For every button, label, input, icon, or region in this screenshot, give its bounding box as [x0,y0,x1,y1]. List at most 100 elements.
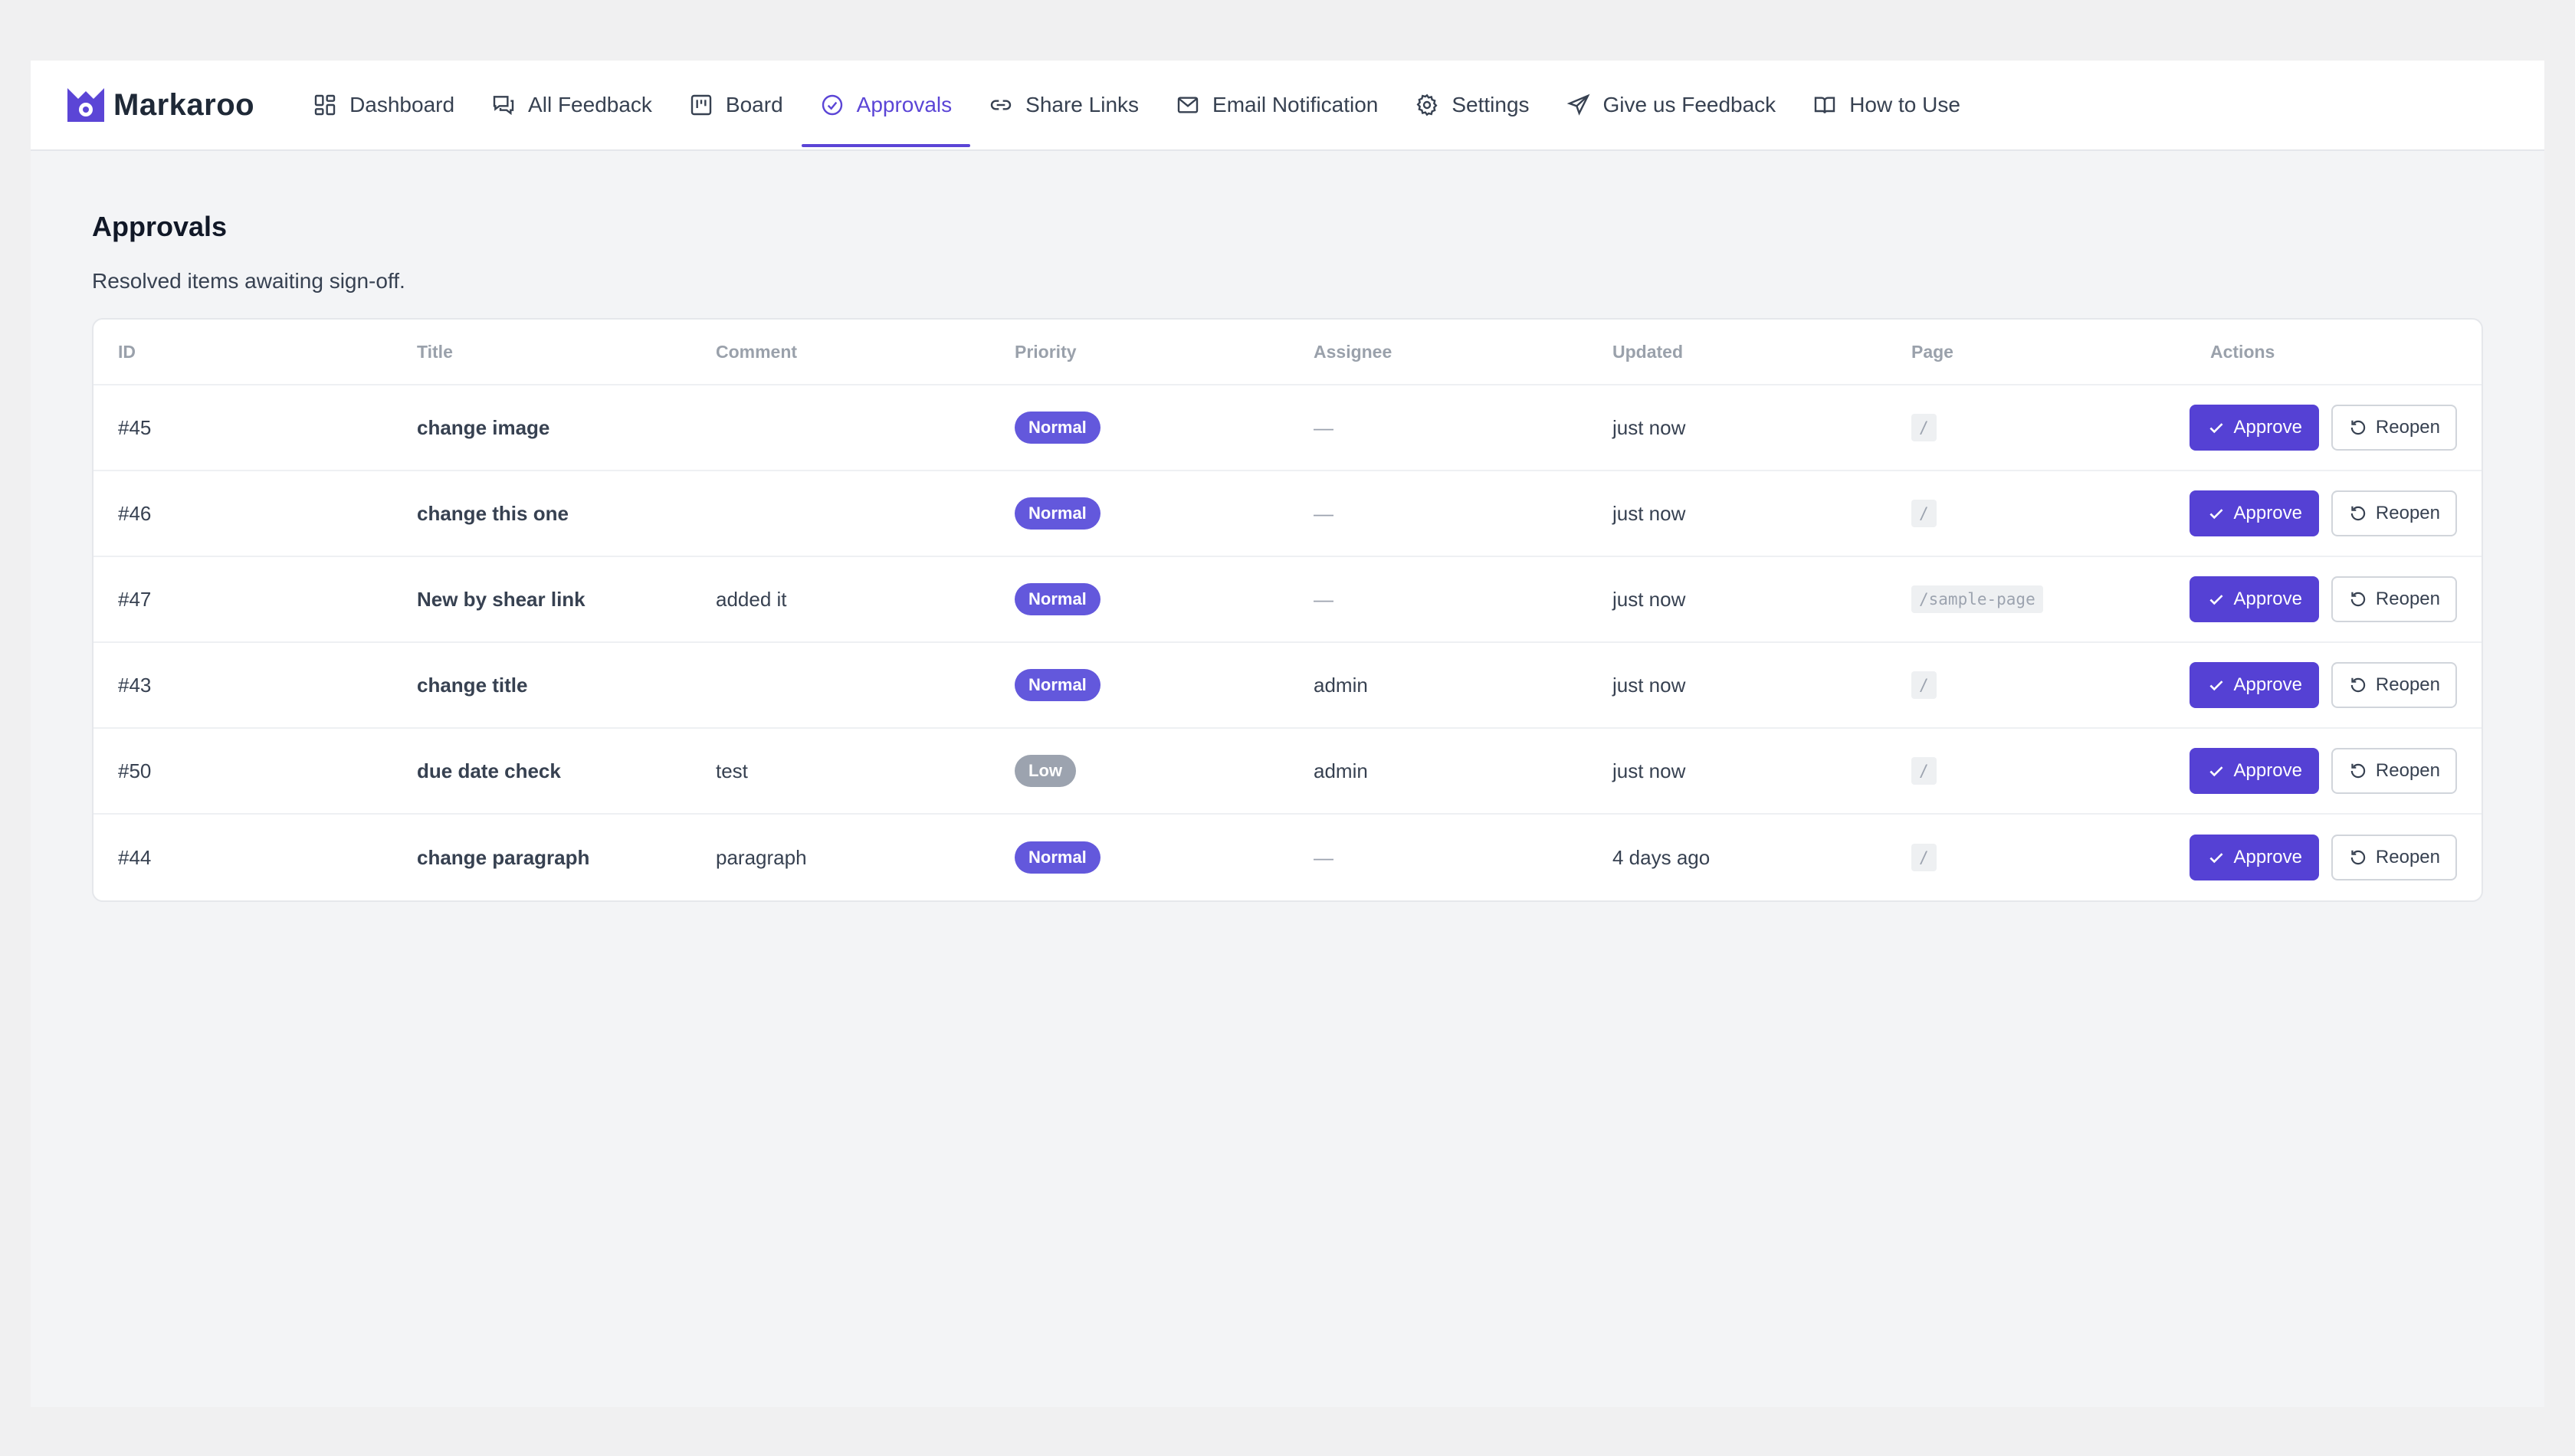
checkmark-icon [2209,680,2223,691]
cell-title[interactable]: change paragraph [417,846,716,870]
approve-button[interactable]: Approve [2189,576,2319,622]
cell-id: #45 [118,415,152,439]
cell-comment: added it [716,587,787,611]
cell-title[interactable]: due date check [417,759,716,783]
cell-priority: Normal [1015,412,1314,444]
column-header-id: ID [118,341,136,362]
approve-button-label: Approve [2233,417,2302,438]
cell-title[interactable]: change image [417,416,716,440]
nav-email-notification[interactable]: Email Notification [1157,60,1396,150]
cell-updated: just now [1612,501,1686,525]
reopen-button-label: Reopen [2375,503,2440,523]
page-path[interactable]: / [1911,499,1937,527]
nav-approvals[interactable]: Approvals [801,60,971,150]
approve-button-label: Approve [2233,760,2302,781]
approve-button[interactable]: Approve [2189,405,2319,451]
reopen-icon [2350,506,2366,521]
link-icon [991,100,1012,110]
nav-dashboard[interactable]: Dashboard [294,60,473,150]
reopen-button[interactable]: Reopen [2331,490,2457,536]
column-header-actions: Actions [2210,341,2275,362]
reopen-button-label: Reopen [2375,847,2440,867]
cell-actions: Approve Reopen [2180,748,2457,794]
page-path[interactable]: / [1911,671,1937,699]
approve-button[interactable]: Approve [2189,662,2319,708]
table-row[interactable]: #50 due date check test Low admin just now / Ap… [93,729,2482,815]
cell-page: / [1911,843,2180,871]
cell-page: / [1911,671,2180,699]
dashboard-icon [314,94,336,116]
cell-priority: Normal [1015,841,1314,874]
approve-button[interactable]: Approve [2189,835,2319,880]
nav-share-links-label: Share Links [1025,93,1140,116]
page-path[interactable]: /sample-page [1911,585,2043,613]
top-navigation: Markaroo Dashboard All Feedback Board Ap… [31,61,2544,151]
cell-actions: Approve Reopen [2180,405,2457,451]
column-header-title: Title [417,341,453,362]
page-title: Approvals [92,211,228,242]
cell-title[interactable]: New by shear link [417,588,716,612]
table-row[interactable]: #44 change paragraph paragraph Normal — 4 day… [93,815,2482,900]
nav-board-label: Board [725,93,783,116]
cell-title[interactable]: change title [417,674,716,697]
reopen-button[interactable]: Reopen [2331,405,2457,451]
column-header-updated: Updated [1612,341,1683,362]
nav-email-notification-label: Email Notification [1212,93,1379,116]
cell-priority: Low [1015,755,1314,787]
column-header-comment: Comment [716,341,798,362]
cell-priority: Normal [1015,669,1314,701]
nav-settings-label: Settings [1452,93,1530,116]
nav-share-links[interactable]: Share Links [970,60,1157,150]
approve-button[interactable]: Approve [2189,490,2319,536]
checkmark-icon [2209,853,2223,864]
reopen-icon [2350,592,2366,607]
reopen-button[interactable]: Reopen [2331,835,2457,880]
nav-give-feedback[interactable]: Give us Feedback [1548,60,1795,150]
cell-updated: just now [1612,415,1686,439]
brand-logo[interactable]: Markaroo [66,85,254,125]
priority-badge: Normal [1015,497,1101,530]
checkmark-icon [2209,423,2223,434]
priority-badge: Normal [1015,669,1101,701]
nav-settings[interactable]: Settings [1396,60,1547,150]
nav-how-to-use[interactable]: How to Use [1794,60,1979,150]
approve-button[interactable]: Approve [2189,748,2319,794]
reopen-button-label: Reopen [2375,760,2440,781]
nav-how-to-use-label: How to Use [1849,93,1960,116]
reopen-button[interactable]: Reopen [2331,576,2457,622]
cell-updated: just now [1612,587,1686,611]
reopen-button[interactable]: Reopen [2331,748,2457,794]
cell-assignee: — [1314,415,1333,439]
checkmark-icon [2209,766,2223,777]
board-icon [690,94,712,116]
cell-title[interactable]: change this one [417,502,716,526]
nav-all-feedback[interactable]: All Feedback [473,60,671,150]
table-row[interactable]: #47 New by shear link added it Normal — just … [93,557,2482,643]
table-row[interactable]: #45 change image Normal — just now / Approve Re… [93,385,2482,471]
cell-id: #44 [118,845,152,869]
page-path[interactable]: / [1911,843,1937,871]
approve-button-label: Approve [2233,503,2302,523]
nav-board[interactable]: Board [671,60,802,150]
reopen-icon [2350,850,2366,865]
cell-id: #46 [118,501,152,525]
cell-page: /sample-page [1911,585,2180,613]
priority-badge: Normal [1015,412,1101,444]
reopen-button-label: Reopen [2375,417,2440,438]
column-header-assignee: Assignee [1314,341,1392,362]
cell-id: #43 [118,673,152,697]
cell-actions: Approve Reopen [2180,490,2457,536]
page-path[interactable]: / [1911,756,1937,785]
book-icon [1814,97,1835,113]
approvals-table: ID Title Comment Priority Assignee Updat… [92,318,2483,902]
cell-priority: Normal [1015,497,1314,530]
table-row[interactable]: #43 change title Normal admin just now / Appro… [93,643,2482,729]
envelope-icon [1177,97,1199,113]
table-row[interactable]: #46 change this one Normal — just now / Approv… [93,471,2482,557]
brand-name: Markaroo [113,87,255,122]
main-content: Approvals Resolved items awaiting sign-o… [31,151,2544,902]
reopen-button[interactable]: Reopen [2331,662,2457,708]
markaroo-logo-icon [67,88,104,122]
page-path[interactable]: / [1911,413,1937,441]
cell-actions: Approve Reopen [2180,662,2457,708]
